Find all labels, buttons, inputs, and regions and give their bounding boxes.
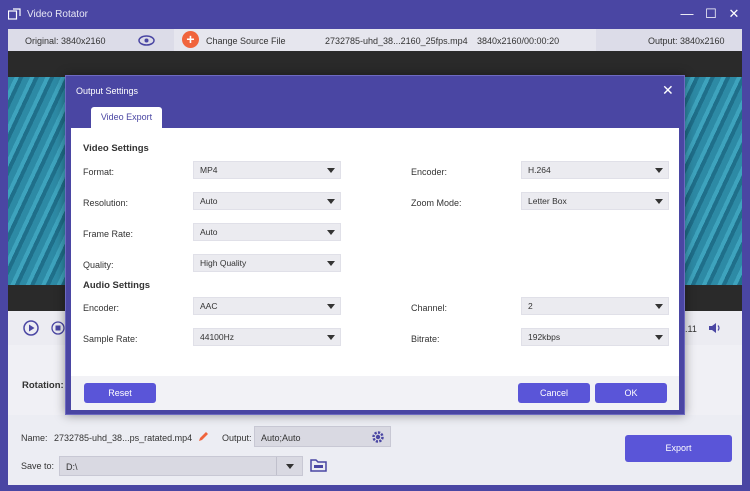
output-tag: Output: 3840x2160 — [596, 29, 742, 51]
source-dimensions: 3840x2160/00:00:20 — [477, 36, 560, 46]
chevron-down-icon — [655, 199, 663, 204]
audio-settings-heading: Audio Settings — [83, 280, 151, 291]
original-tag: Original: 3840x2160 — [8, 29, 174, 51]
play-icon[interactable] — [23, 320, 39, 336]
zoom-mode-value: Letter Box — [528, 196, 567, 206]
dialog-footer: Reset Cancel OK — [71, 376, 679, 410]
frame-rate-value: Auto — [200, 227, 218, 237]
original-resolution: Original: 3840x2160 — [25, 36, 106, 46]
format-value: MP4 — [200, 165, 218, 175]
chevron-down-icon — [327, 230, 335, 235]
rotation-label: Rotation: — [22, 380, 64, 391]
minimize-icon[interactable]: — — [677, 5, 697, 23]
name-label: Name: — [21, 433, 48, 443]
chevron-down-icon[interactable] — [286, 464, 294, 469]
quality-label: Quality: — [83, 260, 114, 270]
tab-video-export[interactable]: Video Export — [91, 107, 162, 128]
sample-rate-value: 44100Hz — [200, 332, 235, 342]
preview-eye-icon[interactable] — [138, 35, 155, 46]
cancel-button[interactable]: Cancel — [518, 383, 590, 403]
quality-value: High Quality — [200, 258, 247, 268]
maximize-icon[interactable]: ☐ — [701, 5, 721, 23]
chevron-down-icon — [327, 304, 335, 309]
dialog-title: Output Settings — [76, 86, 139, 96]
encoder-label: Encoder: — [411, 167, 448, 177]
sample-rate-label: Sample Rate: — [83, 334, 138, 344]
bitrate-value: 192kbps — [528, 332, 561, 342]
folder-icon[interactable] — [310, 458, 327, 472]
zoom-mode-label: Zoom Mode: — [411, 198, 462, 208]
app-title: Video Rotator — [27, 9, 88, 20]
chevron-down-icon — [655, 304, 663, 309]
output-settings-dialog: Output Settings ✕ Video Export Video Set… — [65, 75, 685, 415]
chevron-down-icon — [655, 168, 663, 173]
format-select[interactable]: MP4 — [193, 161, 341, 179]
encoder-select[interactable]: H.264 — [521, 161, 669, 179]
edit-pencil-icon[interactable] — [198, 431, 209, 442]
bitrate-select[interactable]: 192kbps — [521, 328, 669, 346]
save-to-label: Save to: — [21, 461, 55, 471]
resolution-value: Auto — [200, 196, 218, 206]
chevron-down-icon — [327, 199, 335, 204]
ok-button[interactable]: OK — [595, 383, 667, 403]
channel-select[interactable]: 2 — [521, 297, 669, 315]
chevron-down-icon — [327, 335, 335, 340]
audio-encoder-select[interactable]: AAC — [193, 297, 341, 315]
dialog-close-icon[interactable]: ✕ — [662, 82, 674, 99]
video-settings-heading: Video Settings — [83, 143, 149, 154]
chevron-down-icon — [655, 335, 663, 340]
save-path-field[interactable]: D:\ — [59, 456, 303, 476]
settings-gear-icon[interactable] — [371, 430, 385, 444]
export-button[interactable]: Export — [625, 435, 732, 462]
quality-select[interactable]: High Quality — [193, 254, 341, 272]
save-path-value: D:\ — [66, 462, 78, 472]
add-source-icon[interactable]: + — [182, 31, 199, 48]
frame-rate-label: Frame Rate: — [83, 229, 134, 239]
preview-frame-right — [684, 77, 742, 285]
resolution-label: Resolution: — [83, 198, 129, 208]
channel-label: Channel: — [411, 303, 448, 313]
audio-encoder-label: Encoder: — [83, 303, 120, 313]
frame-rate-select[interactable]: Auto — [193, 223, 341, 241]
stop-icon[interactable] — [51, 321, 65, 335]
divider — [276, 457, 277, 475]
title-bar: Video Rotator — ☐ ✕ — [0, 0, 750, 29]
settings-panel: Video Settings Format: MP4 Encoder: H.26… — [71, 128, 679, 410]
encoder-value: H.264 — [528, 165, 551, 175]
output-filename: 2732785-uhd_38...ps_ratated.mp4 — [54, 433, 193, 443]
output-label: Output: — [222, 433, 252, 443]
sample-rate-select[interactable]: 44100Hz — [193, 328, 341, 346]
output-settings-field[interactable]: Auto;Auto — [254, 426, 391, 447]
resolution-select[interactable]: Auto — [193, 192, 341, 210]
output-settings-value: Auto;Auto — [261, 433, 301, 443]
chevron-down-icon — [327, 168, 335, 173]
output-resolution: Output: 3840x2160 — [648, 36, 725, 46]
close-window-icon[interactable]: ✕ — [724, 5, 744, 23]
audio-encoder-value: AAC — [200, 301, 218, 311]
chevron-down-icon — [327, 261, 335, 266]
change-source-button[interactable]: Change Source File — [206, 36, 286, 46]
bitrate-label: Bitrate: — [411, 334, 440, 344]
zoom-mode-select[interactable]: Letter Box — [521, 192, 669, 210]
channel-value: 2 — [528, 301, 533, 311]
format-label: Format: — [83, 167, 115, 177]
preview-frame-left — [8, 77, 66, 285]
source-filename: 2732785-uhd_38...2160_25fps.mp4 — [325, 36, 468, 46]
app-logo-icon — [8, 8, 21, 20]
volume-icon[interactable] — [708, 322, 722, 334]
reset-button[interactable]: Reset — [84, 383, 156, 403]
